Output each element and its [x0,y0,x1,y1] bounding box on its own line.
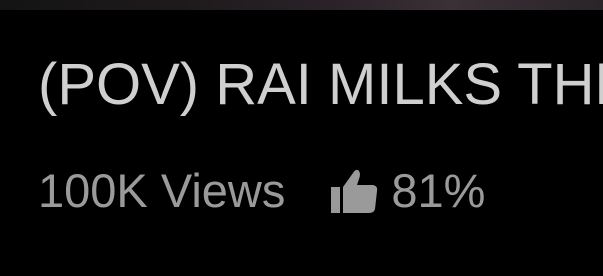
like-percentage: 81% [391,163,486,217]
thumbs-up-icon [329,165,379,215]
video-meta: 100K Views 81% [38,160,485,220]
video-title[interactable]: (POV) RAI MILKS THE [38,52,603,118]
view-count: 100K Views [38,163,286,217]
video-thumbnail-edge[interactable] [0,0,603,10]
